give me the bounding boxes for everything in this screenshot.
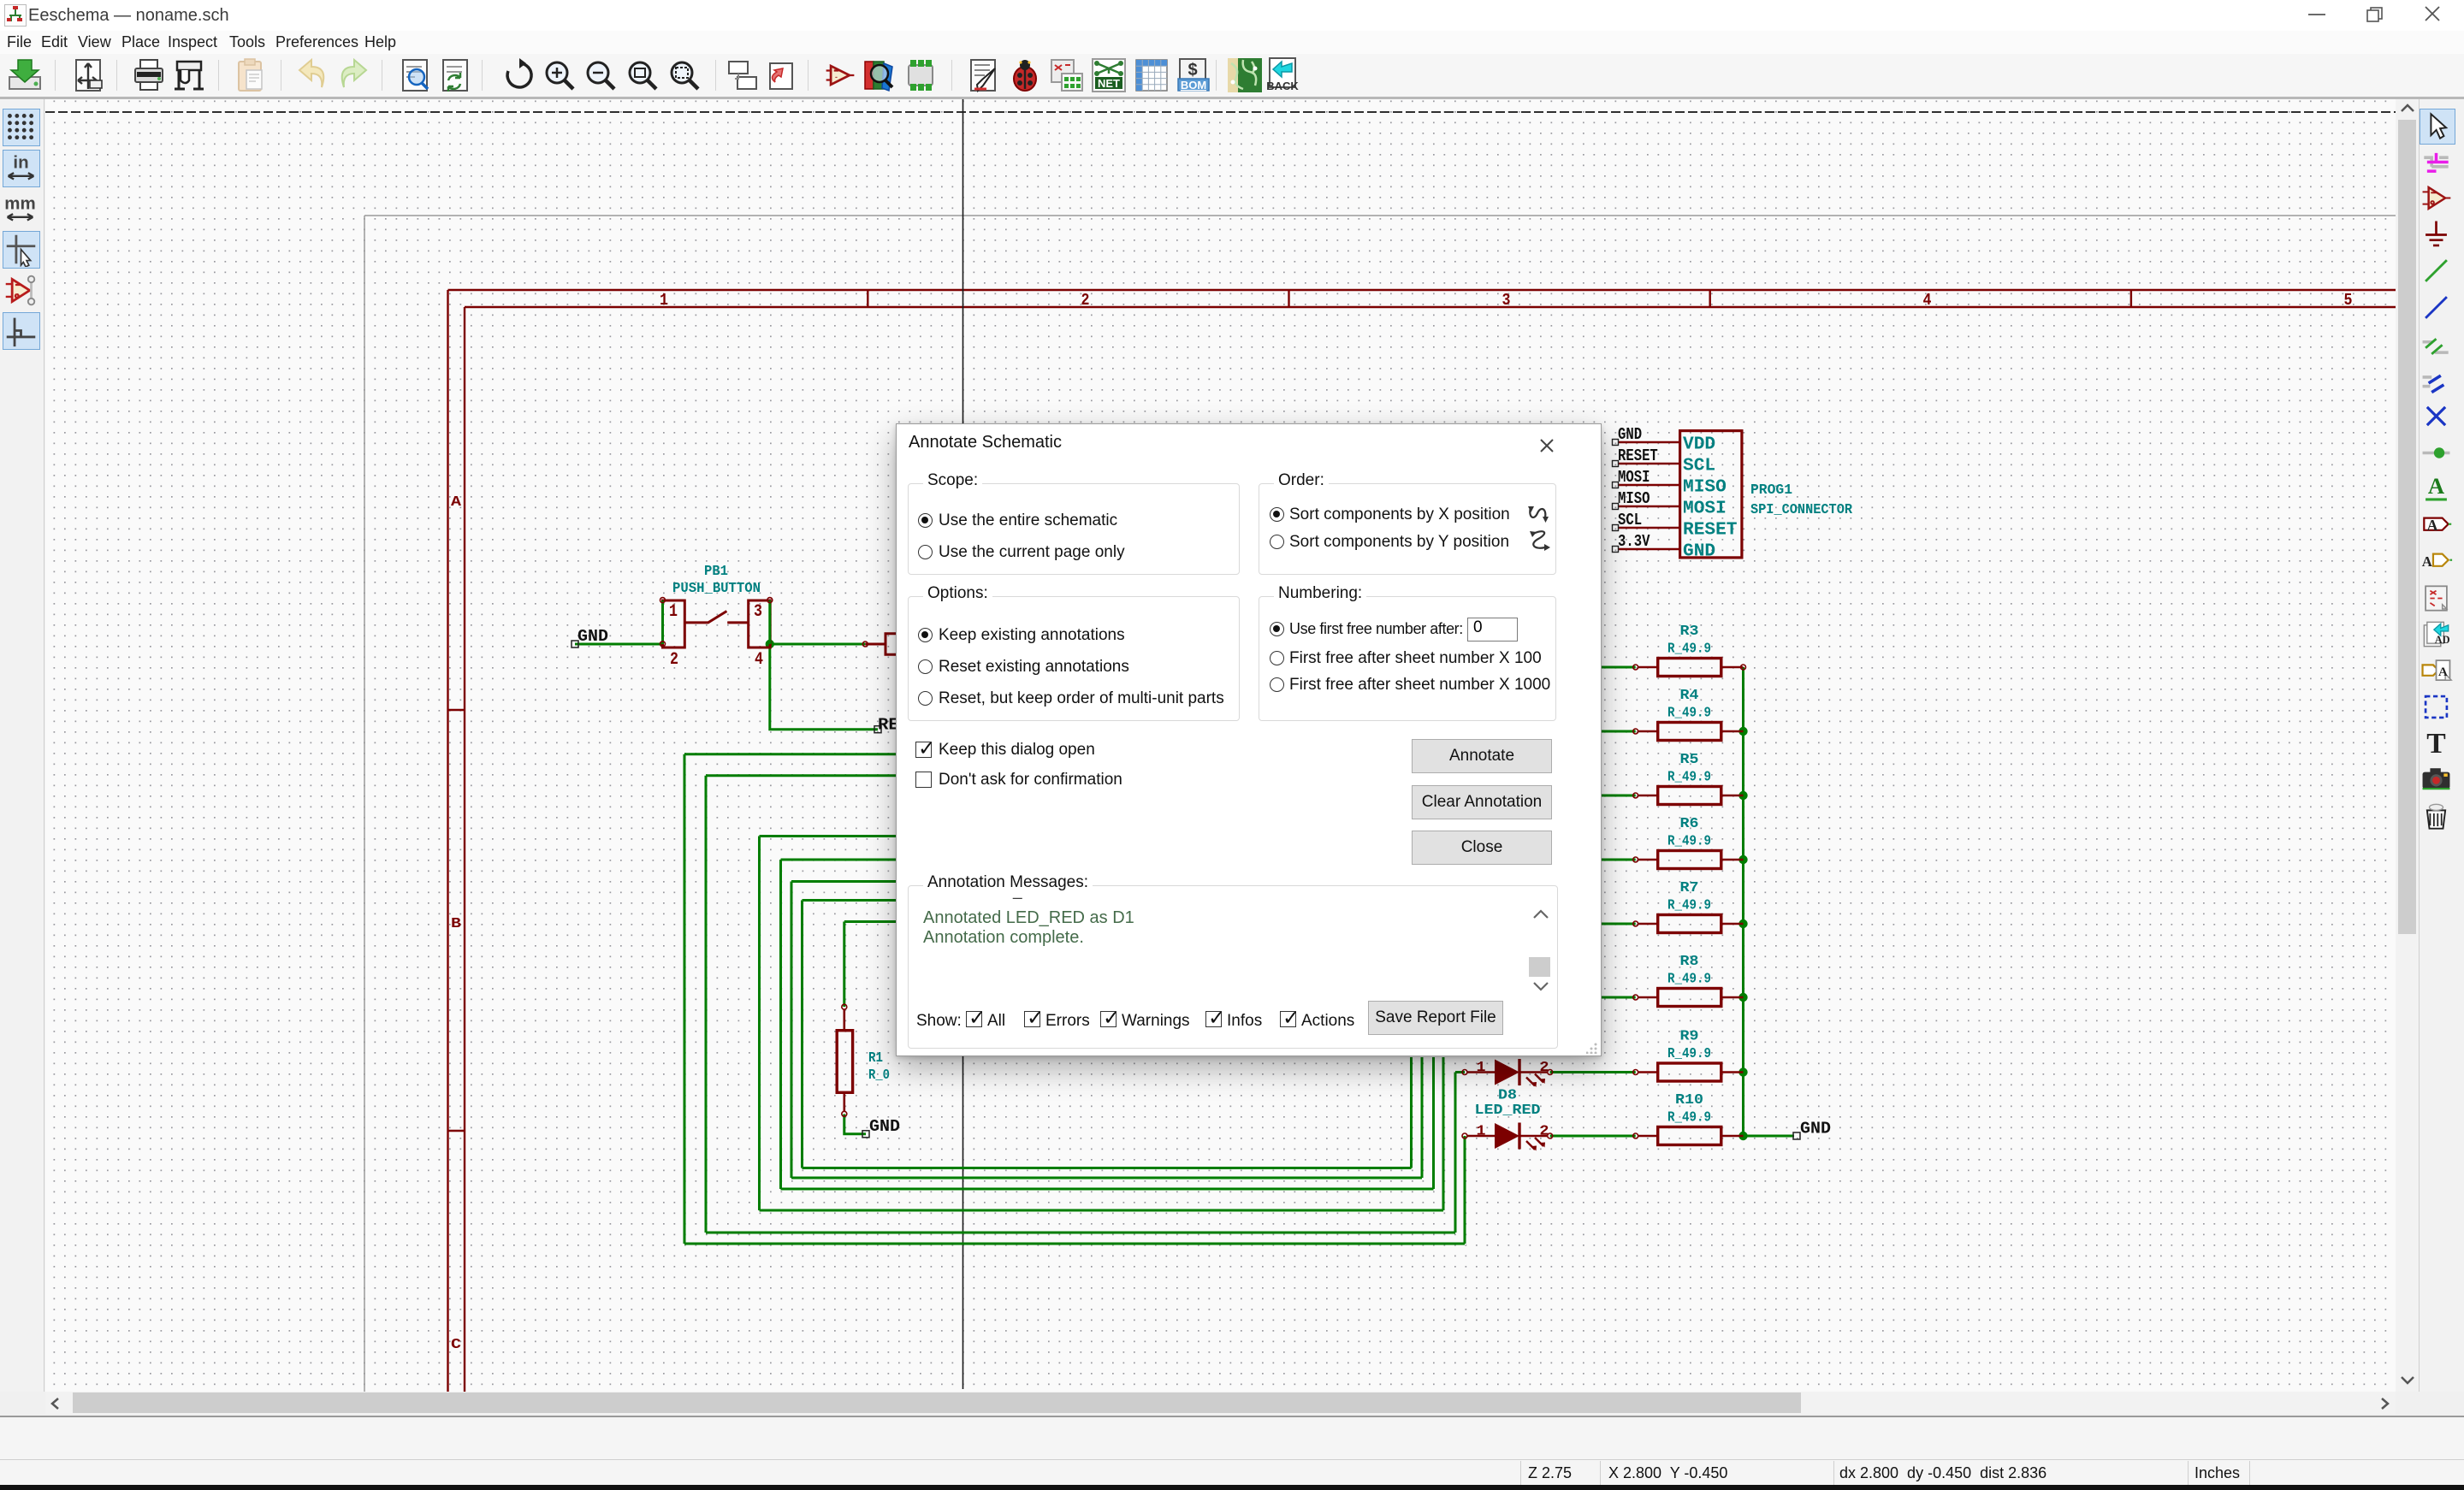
svg-text:GND: GND: [1618, 425, 1642, 444]
svg-text:LED_RED: LED_RED: [1475, 1103, 1541, 1119]
svg-text:SPI_CONNECTOR: SPI_CONNECTOR: [1750, 502, 1853, 518]
svg-text:4: 4: [1923, 291, 1932, 310]
svg-text:2: 2: [1081, 291, 1090, 310]
svg-text:1: 1: [1477, 1124, 1486, 1140]
svg-text:SCL: SCL: [1683, 457, 1715, 476]
svg-text:R7: R7: [1680, 880, 1699, 896]
svg-text:R8: R8: [1680, 954, 1699, 970]
svg-text:GND: GND: [1683, 542, 1715, 562]
svg-text:R4: R4: [1680, 688, 1699, 704]
svg-text:A: A: [2427, 516, 2438, 533]
svg-text:$: $: [1188, 61, 1197, 80]
svg-text:R_49.9: R_49.9: [1667, 834, 1711, 850]
svg-text:RESET: RESET: [1683, 521, 1738, 541]
svg-text:A: A: [2422, 553, 2433, 570]
svg-text:GND: GND: [578, 627, 608, 646]
svg-text:PUSH_BUTTON: PUSH_BUTTON: [672, 581, 761, 597]
svg-text:B: B: [451, 916, 461, 932]
svg-text:GND: GND: [869, 1117, 900, 1136]
svg-text:mm: mm: [4, 194, 35, 214]
svg-text:1: 1: [660, 291, 668, 310]
svg-text:A: A: [2438, 665, 2448, 678]
svg-text:MOSI: MOSI: [1683, 500, 1727, 519]
svg-text:1: 1: [669, 602, 678, 622]
svg-text:R_49.9: R_49.9: [1667, 642, 1711, 658]
svg-text:3.3V: 3.3V: [1618, 532, 1650, 551]
svg-text:R_49.9: R_49.9: [1667, 706, 1711, 722]
svg-text:R_0: R_0: [868, 1067, 890, 1084]
svg-text:5: 5: [2344, 291, 2353, 310]
svg-text:A: A: [2428, 473, 2444, 499]
svg-text:PB1: PB1: [704, 564, 728, 580]
svg-text:R6: R6: [1680, 816, 1699, 832]
svg-text:BOM: BOM: [1181, 79, 1206, 92]
svg-text:R3: R3: [1680, 624, 1699, 640]
svg-text:MISO: MISO: [1683, 478, 1727, 498]
svg-text:4: 4: [755, 650, 763, 670]
svg-text:R9: R9: [1680, 1029, 1699, 1045]
svg-text:C: C: [451, 1337, 461, 1353]
svg-text:R_49.9: R_49.9: [1667, 1110, 1711, 1126]
svg-text:3: 3: [754, 602, 762, 622]
svg-text:R1: R1: [868, 1050, 883, 1067]
svg-text:R_49.9: R_49.9: [1667, 898, 1711, 914]
svg-text:VDD: VDD: [1683, 435, 1715, 455]
svg-text:R_49.9: R_49.9: [1667, 770, 1711, 786]
svg-text:3: 3: [1502, 291, 1511, 310]
svg-text:R5: R5: [1680, 752, 1699, 768]
svg-text:RESET: RESET: [1618, 446, 1658, 465]
svg-text:2: 2: [670, 650, 678, 670]
svg-text:R10: R10: [1675, 1092, 1703, 1109]
svg-text:D8: D8: [1498, 1088, 1517, 1104]
svg-text:AD: AD: [2435, 634, 2450, 646]
svg-text:BACK: BACK: [1266, 80, 1299, 92]
svg-text:NET: NET: [1098, 77, 1120, 90]
svg-text:PROG1: PROG1: [1750, 482, 1792, 499]
svg-text:MOSI: MOSI: [1618, 468, 1650, 487]
svg-text:T: T: [2426, 728, 2445, 760]
svg-text:in: in: [13, 153, 28, 173]
svg-text:A: A: [451, 494, 462, 511]
svg-text:1: 1: [1477, 1060, 1486, 1076]
svg-text:R_49.9: R_49.9: [1667, 1046, 1711, 1062]
svg-text:SCL: SCL: [1618, 511, 1642, 529]
svg-text:R_49.9: R_49.9: [1667, 972, 1711, 988]
svg-text:GND: GND: [1800, 1120, 1831, 1138]
svg-text:MISO: MISO: [1618, 489, 1650, 508]
